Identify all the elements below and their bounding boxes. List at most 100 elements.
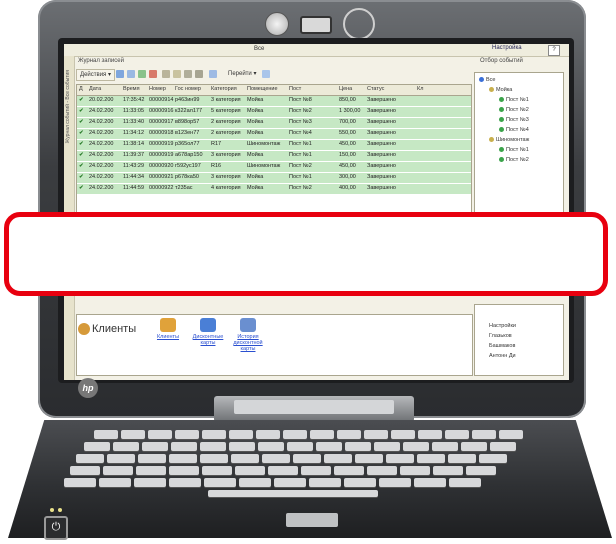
keyboard-key[interactable] — [138, 454, 166, 463]
add-icon[interactable] — [116, 70, 124, 78]
copy-icon[interactable] — [127, 70, 135, 78]
keyboard-key[interactable] — [235, 466, 265, 475]
table-row[interactable]: ✔ 24.02.200 11:33:05 00000916 к322ал177 5 кат… — [77, 107, 471, 118]
tree-node[interactable]: Мойка — [489, 87, 512, 93]
keyboard-key[interactable] — [344, 478, 376, 487]
keyboard[interactable] — [58, 428, 570, 498]
keyboard-key[interactable] — [334, 466, 364, 475]
table-row[interactable]: ✔ 24.02.200 11:33:40 00000917 в898ор57 2 кате… — [77, 118, 471, 129]
tree-node[interactable]: Пост №2 — [499, 157, 529, 163]
help-small-icon[interactable] — [262, 70, 270, 78]
keyboard-key[interactable] — [262, 454, 290, 463]
staff-node[interactable]: Глазьков — [489, 333, 512, 339]
tree-node[interactable]: Шиномонтаж — [489, 137, 529, 143]
help-button[interactable]: ? — [548, 45, 560, 56]
find-icon[interactable] — [173, 70, 181, 78]
keyboard-key[interactable] — [445, 430, 469, 439]
keyboard-key[interactable] — [403, 442, 429, 451]
keyboard-key[interactable] — [448, 454, 476, 463]
keyboard-key[interactable] — [309, 478, 341, 487]
keyboard-key[interactable] — [229, 442, 255, 451]
delete-icon[interactable] — [149, 70, 157, 78]
table-row[interactable]: ✔ 24.02.200 11:43:29 00000920 г592ус197 R16 Ши… — [77, 162, 471, 173]
tree-icon[interactable] — [209, 70, 217, 78]
staff-node[interactable]: Антонн Ди — [489, 353, 516, 359]
sort-icon[interactable] — [184, 70, 192, 78]
keyboard-key[interactable] — [466, 466, 496, 475]
keyboard-key[interactable] — [169, 466, 199, 475]
keyboard-key[interactable] — [258, 442, 284, 451]
keyboard-key[interactable] — [202, 430, 226, 439]
tree-node[interactable]: Пост №4 — [499, 127, 529, 133]
keyboard-key[interactable] — [99, 478, 131, 487]
keyboard-key[interactable] — [70, 466, 100, 475]
keyboard-key[interactable] — [316, 442, 342, 451]
edit-icon[interactable] — [138, 70, 146, 78]
keyboard-key[interactable] — [386, 454, 414, 463]
keyboard-key[interactable] — [103, 466, 133, 475]
column-header[interactable]: Пост — [289, 86, 301, 92]
table-row[interactable]: ✔ 24.02.200 11:44:34 00000921 р678ка50 3 кате… — [77, 173, 471, 184]
tree-node[interactable]: Пост №2 — [499, 107, 529, 113]
keyboard-key[interactable] — [64, 478, 96, 487]
settings-button[interactable]: Настройка — [492, 45, 522, 51]
table-row[interactable]: ✔ 24.02.200 11:34:12 00000918 в123ен77 2 кате… — [77, 129, 471, 140]
keyboard-key[interactable] — [472, 430, 496, 439]
clients-nav-item[interactable]: Клиенты — [146, 318, 190, 340]
keyboard-key[interactable] — [337, 430, 361, 439]
column-header[interactable]: Категория — [211, 86, 237, 92]
column-header[interactable]: Кл — [417, 86, 423, 92]
keyboard-key[interactable] — [293, 454, 321, 463]
keyboard-key[interactable] — [142, 442, 168, 451]
clients-nav-item[interactable]: Дисконтные карты — [186, 318, 230, 346]
table-row[interactable]: ✔ 24.02.200 11:39:37 00000919 а678ар150 3 кат… — [77, 151, 471, 162]
keyboard-key[interactable] — [301, 466, 331, 475]
keyboard-key[interactable] — [256, 430, 280, 439]
keyboard-key[interactable] — [391, 430, 415, 439]
keyboard-key[interactable] — [202, 466, 232, 475]
power-button[interactable]: ⏻ — [44, 516, 68, 540]
table-row[interactable]: ✔ 24.02.200 11:44:59 00000922 т235ас 4 катего… — [77, 184, 471, 195]
keyboard-key[interactable] — [84, 442, 110, 451]
keyboard-key[interactable] — [400, 466, 430, 475]
tree-node[interactable]: Пост №3 — [499, 117, 529, 123]
keyboard-key[interactable] — [417, 454, 445, 463]
actions-button[interactable]: Действия ▾ — [76, 69, 115, 81]
keyboard-key[interactable] — [204, 478, 236, 487]
keyboard-key[interactable] — [414, 478, 446, 487]
keyboard-key[interactable] — [107, 454, 135, 463]
keyboard-key[interactable] — [432, 442, 458, 451]
table-row[interactable]: ✔ 24.02.200 11:38:14 00000919 р365ол77 R17 Шин… — [77, 140, 471, 151]
touchpad-button[interactable] — [286, 513, 338, 527]
keyboard-key[interactable] — [239, 478, 271, 487]
keyboard-key[interactable] — [418, 430, 442, 439]
clients-nav-item[interactable]: История дисконтной карты — [226, 318, 270, 352]
table-row[interactable]: ✔ 20.02.200 17:35:42 00000914 р463ин99 3 кате… — [77, 96, 471, 107]
keyboard-key[interactable] — [113, 442, 139, 451]
goto-button[interactable]: Перейти ▾ — [226, 69, 258, 79]
column-header[interactable]: Номер — [149, 86, 166, 92]
keyboard-key[interactable] — [231, 454, 259, 463]
keyboard-key[interactable] — [175, 430, 199, 439]
keyboard-key[interactable] — [499, 430, 523, 439]
keyboard-key[interactable] — [169, 478, 201, 487]
column-header[interactable]: Помещение — [247, 86, 278, 92]
keyboard-key[interactable] — [200, 454, 228, 463]
refresh-icon[interactable] — [195, 70, 203, 78]
column-header[interactable]: Гос номер — [175, 86, 201, 92]
keyboard-key[interactable] — [379, 478, 411, 487]
keyboard-key[interactable] — [364, 430, 388, 439]
keyboard-key[interactable] — [171, 442, 197, 451]
keyboard-key[interactable] — [200, 442, 226, 451]
column-header[interactable]: Статус — [367, 86, 384, 92]
filter-icon[interactable] — [162, 70, 170, 78]
keyboard-key[interactable] — [449, 478, 481, 487]
keyboard-key[interactable] — [274, 478, 306, 487]
staff-node[interactable]: Настройки — [489, 323, 516, 329]
keyboard-key[interactable] — [287, 442, 313, 451]
keyboard-key[interactable] — [345, 442, 371, 451]
keyboard-key[interactable] — [76, 454, 104, 463]
keyboard-key[interactable] — [355, 454, 383, 463]
keyboard-key[interactable] — [268, 466, 298, 475]
keyboard-key[interactable] — [461, 442, 487, 451]
